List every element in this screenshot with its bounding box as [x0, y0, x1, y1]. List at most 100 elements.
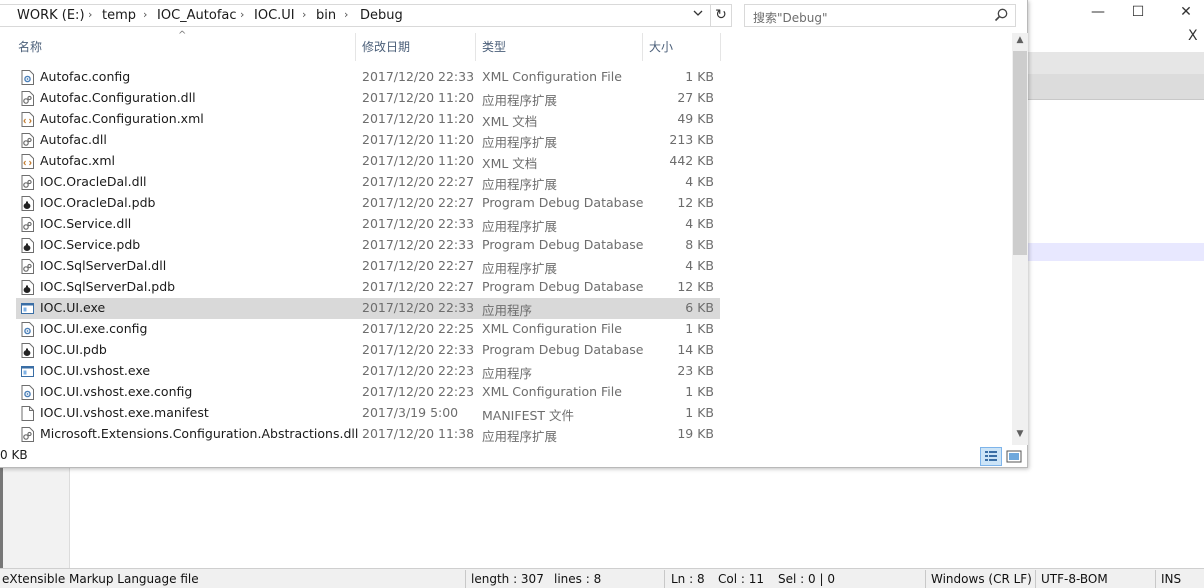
file-row[interactable]: IOC.SqlServerDal.pdb 2017/12/20 22:27 Prog… — [16, 277, 720, 298]
file-name[interactable]: IOC.UI.vshost.exe.manifest — [40, 405, 209, 420]
file-name[interactable]: IOC.SqlServerDal.pdb — [40, 279, 175, 294]
scroll-up-arrow-icon[interactable]: ▲ — [1012, 35, 1028, 49]
file-row[interactable]: Autofac.xml 2017/12/20 11:20 XML 文档 442 KB — [16, 151, 720, 172]
search-input[interactable]: 搜索"Debug" — [753, 9, 828, 26]
close-button[interactable]: ✕ — [1176, 4, 1196, 20]
file-row[interactable]: IOC.UI.vshost.exe.config 2017/12/20 22:23… — [16, 382, 720, 403]
file-type: Program Debug Database — [482, 279, 644, 294]
file-name[interactable]: Microsoft.Extensions.Configuration.Abstr… — [40, 426, 358, 441]
maximize-button[interactable]: ☐ — [1128, 4, 1148, 20]
file-row[interactable]: IOC.UI.exe 2017/12/20 22:33 应用程序 6 KB — [16, 298, 720, 319]
file-name[interactable]: IOC.UI.pdb — [40, 342, 107, 357]
editor-statusbar: eXtensible Markup Language file length :… — [0, 568, 1204, 588]
file-date: 2017/12/20 22:27 — [362, 174, 475, 189]
file-row[interactable]: Autofac.dll 2017/12/20 11:20 应用程序扩展 213 KB — [16, 130, 720, 151]
file-name[interactable]: IOC.Service.dll — [40, 216, 131, 231]
breadcrumb-separator-icon[interactable]: › — [88, 8, 92, 21]
file-row[interactable]: IOC.SqlServerDal.dll 2017/12/20 22:27 应用程序… — [16, 256, 720, 277]
status-col: Col : 11 — [718, 572, 764, 586]
file-name[interactable]: IOC.OracleDal.pdb — [40, 195, 155, 210]
file-name[interactable]: IOC.UI.exe.config — [40, 321, 147, 336]
breadcrumb-ioc-ui[interactable]: IOC.UI — [254, 8, 295, 23]
file-name[interactable]: IOC.UI.vshost.exe — [40, 363, 150, 378]
breadcrumb-temp[interactable]: temp — [102, 8, 136, 23]
file-type: 应用程序扩展 — [482, 429, 558, 444]
file-date: 2017/12/20 22:27 — [362, 279, 475, 294]
scrollbar-thumb[interactable] — [1013, 51, 1027, 255]
file-row[interactable]: IOC.OracleDal.pdb 2017/12/20 22:27 Program… — [16, 193, 720, 214]
file-row[interactable]: IOC.UI.exe.config 2017/12/20 22:25 XML Con… — [16, 319, 720, 340]
file-row[interactable]: Autofac.config 2017/12/20 22:33 XML Config… — [16, 67, 720, 88]
file-name[interactable]: Autofac.config — [40, 69, 130, 84]
file-date: 2017/3/19 5:00 — [362, 405, 459, 420]
file-date: 2017/12/20 11:20 — [362, 132, 475, 147]
dll-file-icon — [21, 217, 34, 232]
file-size: 12 KB — [677, 279, 714, 294]
column-headers: ^ 名称 修改日期 类型 大小 — [0, 30, 1012, 61]
breadcrumb-ioc-autofac[interactable]: IOC_Autofac — [157, 8, 237, 23]
xml-file-icon — [21, 112, 34, 127]
file-row[interactable]: Autofac.Configuration.dll 2017/12/20 11:2… — [16, 88, 720, 109]
details-view-icon — [985, 451, 997, 461]
file-type: 应用程序扩展 — [482, 135, 558, 150]
file-row[interactable]: Microsoft.Extensions.Configuration.Abstr… — [16, 424, 720, 445]
large-icons-view-button[interactable] — [1004, 447, 1024, 466]
breadcrumb-separator-icon[interactable]: › — [344, 8, 348, 21]
column-header-type[interactable]: 类型 — [476, 33, 643, 61]
file-date: 2017/12/20 22:23 — [362, 363, 475, 378]
column-header-date[interactable]: 修改日期 — [356, 33, 476, 61]
file-size: 1 KB — [685, 384, 714, 399]
file-size: 1 KB — [685, 69, 714, 84]
search-box[interactable]: 搜索"Debug" — [744, 4, 1016, 27]
background-menubar — [1028, 52, 1204, 74]
file-name[interactable]: IOC.SqlServerDal.dll — [40, 258, 166, 273]
address-dropdown-chevron-icon[interactable] — [692, 7, 704, 22]
background-titlebar: — ☐ ✕ — [1028, 0, 1204, 52]
breadcrumb-drive[interactable]: WORK (E:) — [17, 8, 85, 23]
editor-fold-margin — [0, 468, 3, 568]
editor-area[interactable] — [1028, 100, 1204, 468]
file-name[interactable]: Autofac.Configuration.xml — [40, 111, 204, 126]
file-name[interactable]: Autofac.dll — [40, 132, 107, 147]
breadcrumb-separator-icon[interactable]: › — [143, 8, 147, 21]
file-date: 2017/12/20 22:27 — [362, 258, 475, 273]
file-size: 14 KB — [677, 342, 714, 357]
status-file-type: eXtensible Markup Language file — [2, 572, 199, 586]
file-row[interactable]: IOC.OracleDal.dll 2017/12/20 22:27 应用程序扩展 4… — [16, 172, 720, 193]
file-name[interactable]: IOC.OracleDal.dll — [40, 174, 147, 189]
minimize-button[interactable]: — — [1088, 4, 1108, 20]
breadcrumb-bin[interactable]: bin — [316, 8, 336, 23]
file-row[interactable]: Autofac.Configuration.xml 2017/12/20 11:2… — [16, 109, 720, 130]
current-line-highlight — [1028, 243, 1204, 261]
breadcrumb-separator-icon[interactable]: › — [240, 8, 244, 21]
dll-file-icon — [21, 91, 34, 106]
file-name[interactable]: IOC.Service.pdb — [40, 237, 140, 252]
config-file-icon — [21, 70, 34, 85]
refresh-icon[interactable]: ↻ — [710, 5, 731, 26]
file-row[interactable]: IOC.UI.vshost.exe 2017/12/20 22:23 应用程序 23 … — [16, 361, 720, 382]
file-type: 应用程序 — [482, 366, 533, 381]
details-view-button[interactable] — [980, 447, 1002, 466]
file-date: 2017/12/20 11:38 — [362, 426, 475, 441]
status-insert-mode: INS — [1161, 572, 1182, 586]
vertical-scrollbar[interactable]: ▲ ▼ — [1012, 33, 1028, 445]
document-close-button[interactable]: X — [1188, 28, 1198, 44]
column-header-size[interactable]: 大小 — [643, 33, 721, 61]
file-name[interactable]: IOC.UI.exe — [40, 300, 105, 315]
file-row[interactable]: IOC.UI.pdb 2017/12/20 22:33 Program Debug … — [16, 340, 720, 361]
scroll-down-arrow-icon[interactable]: ▼ — [1012, 429, 1028, 443]
file-row[interactable]: IOC.Service.dll 2017/12/20 22:33 应用程序扩展 4 K… — [16, 214, 720, 235]
file-name[interactable]: IOC.UI.vshost.exe.config — [40, 384, 192, 399]
config-file-icon — [21, 385, 34, 400]
file-name[interactable]: Autofac.xml — [40, 153, 115, 168]
file-row[interactable]: IOC.Service.pdb 2017/12/20 22:33 Program D… — [16, 235, 720, 256]
file-type: 应用程序扩展 — [482, 93, 558, 108]
search-icon[interactable] — [993, 7, 1009, 23]
column-header-name[interactable]: 名称 — [12, 33, 356, 61]
file-row[interactable]: IOC.UI.vshost.exe.manifest 2017/3/19 5:00… — [16, 403, 720, 424]
address-bar[interactable]: WORK (E:) › temp › IOC_Autofac › IOC.UI … — [0, 4, 732, 27]
file-name[interactable]: Autofac.Configuration.dll — [40, 90, 196, 105]
breadcrumb-separator-icon[interactable]: › — [302, 8, 306, 21]
breadcrumb-debug[interactable]: Debug — [360, 8, 403, 23]
pdb-file-icon — [21, 343, 34, 358]
